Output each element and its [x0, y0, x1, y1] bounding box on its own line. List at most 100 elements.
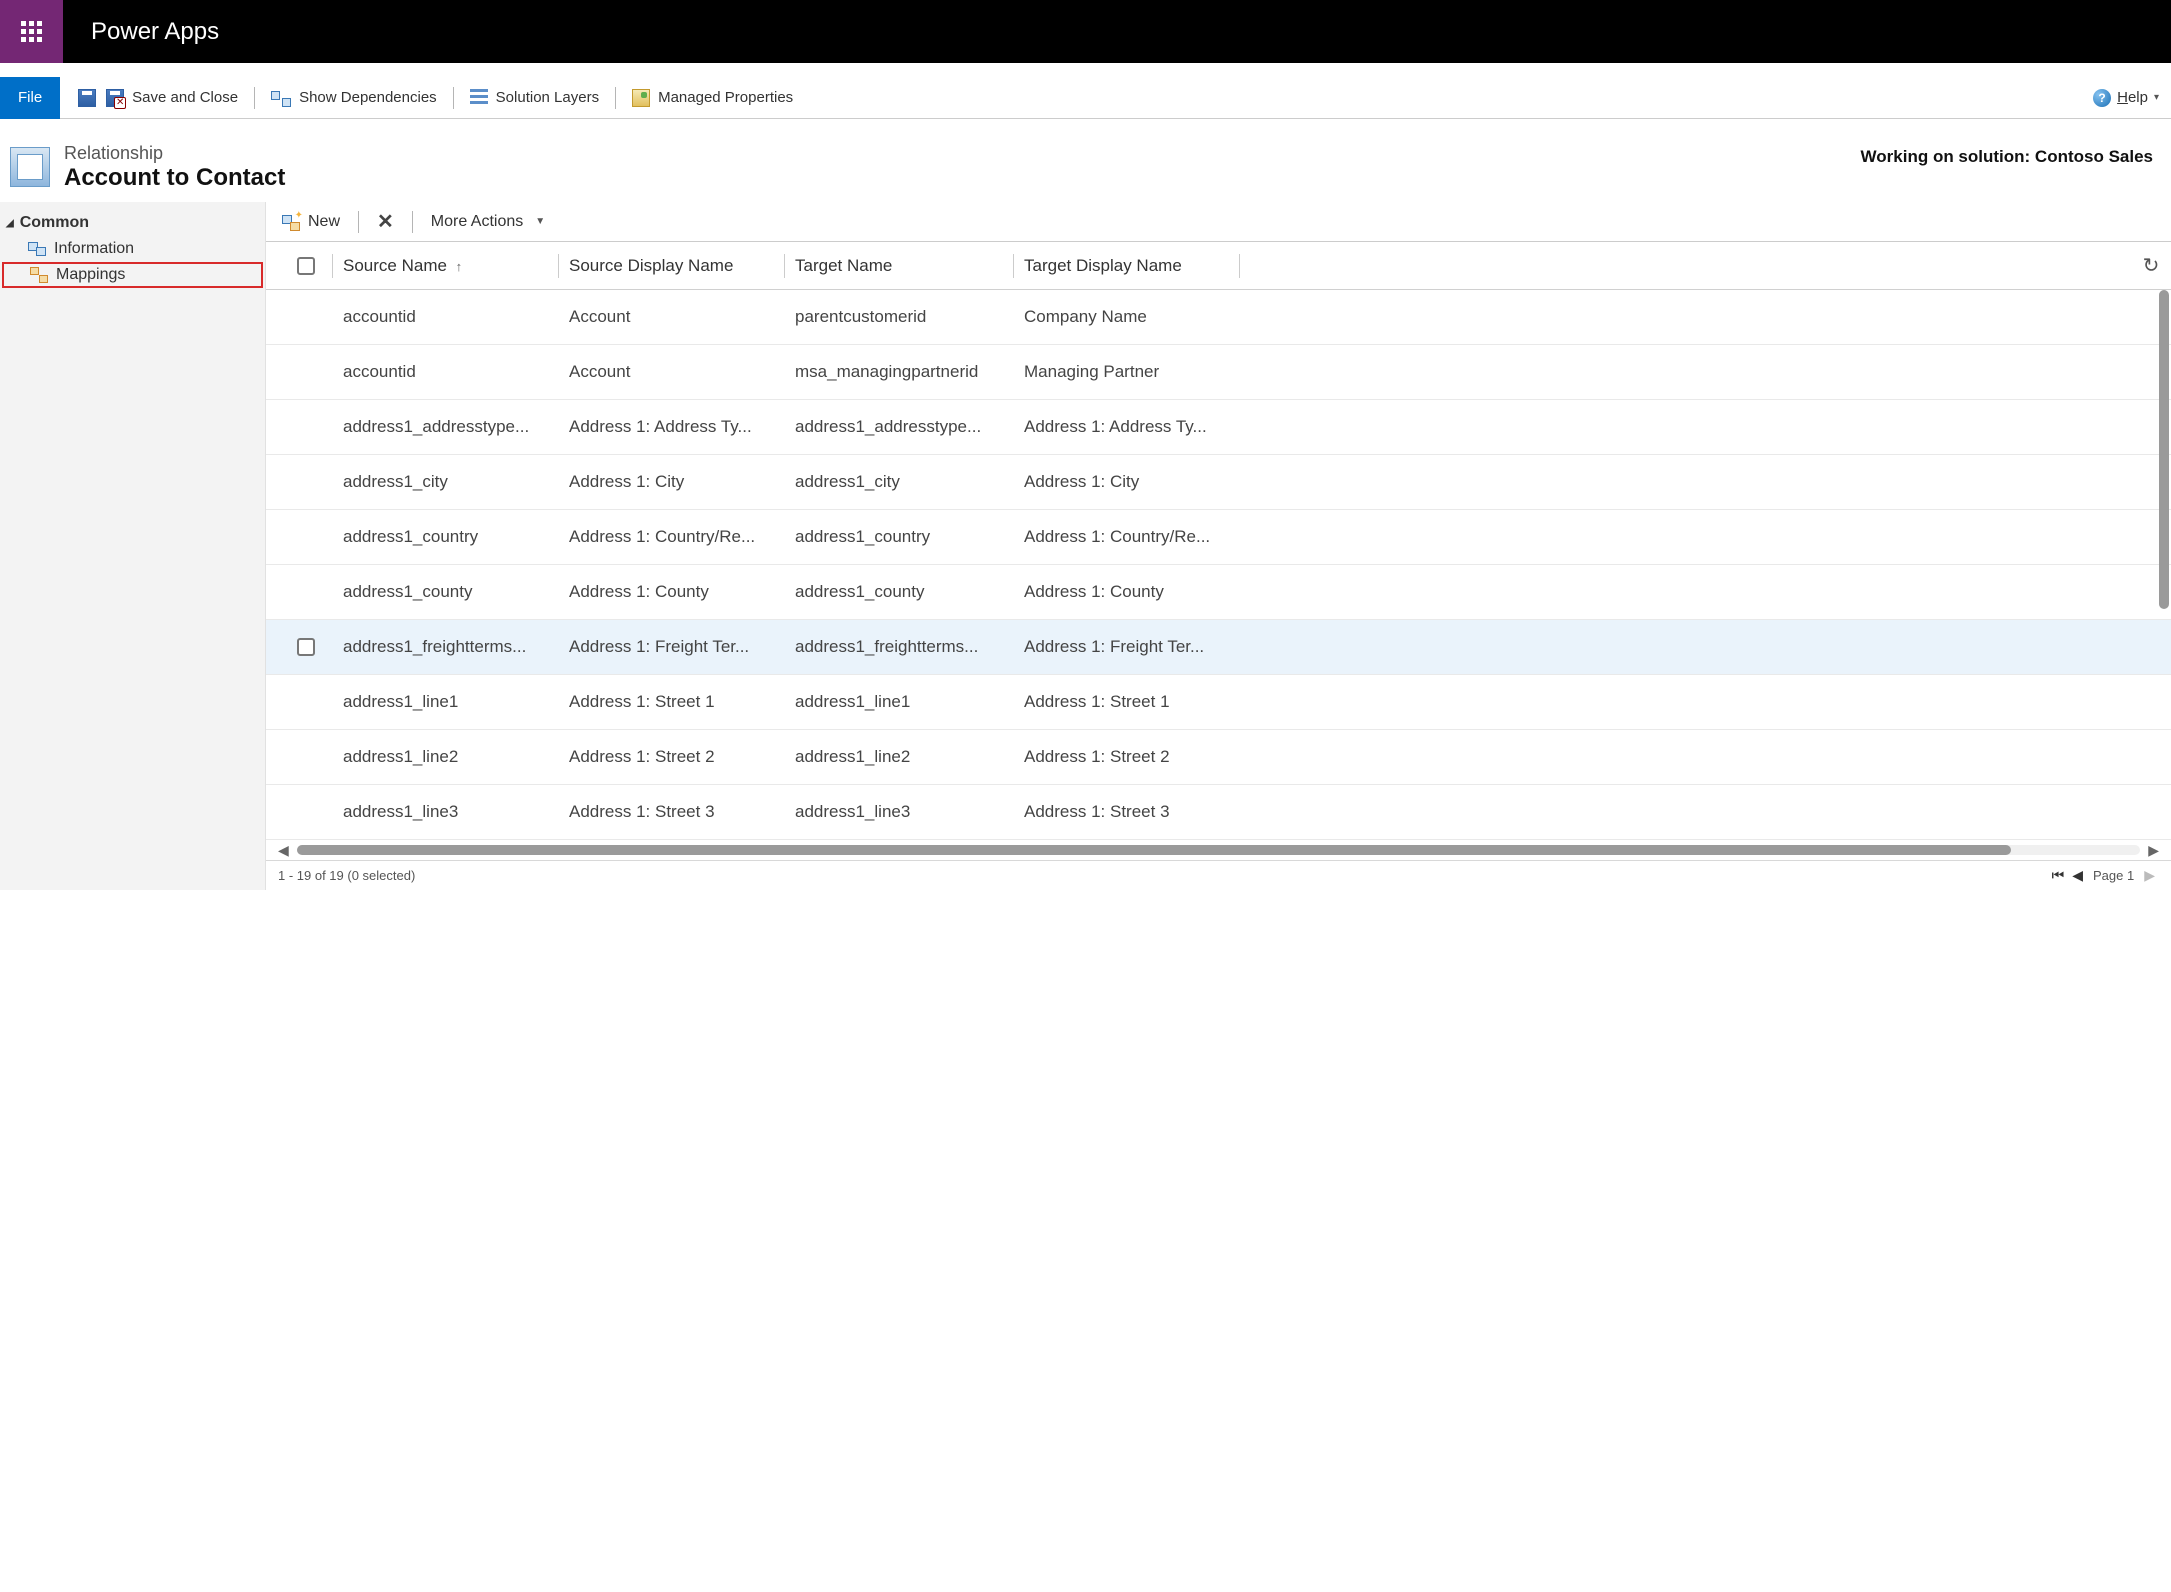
next-page-button[interactable]: ▶ — [2144, 867, 2155, 884]
nav-item-information[interactable]: Information — [0, 236, 265, 262]
scroll-right-button[interactable]: ▶ — [2148, 842, 2159, 859]
waffle-icon — [21, 21, 42, 42]
more-actions-label: More Actions — [431, 213, 523, 231]
hscroll-track[interactable] — [297, 845, 2140, 855]
grid: Source Name ↑ Source Display Name Target… — [266, 242, 2171, 890]
collapse-icon: ◢ — [6, 218, 14, 229]
column-header-source-display-name[interactable]: Source Display Name — [559, 256, 784, 276]
content-area: ✦ New ✕ More Actions ▼ Source Name ↑ — [265, 202, 2171, 890]
cell-source-display-name: Address 1: Address Ty... — [559, 417, 784, 437]
cell-source-display-name: Account — [559, 362, 784, 382]
delete-icon: ✕ — [377, 209, 394, 234]
cell-source-name: address1_line2 — [333, 747, 558, 767]
cell-target-name: msa_managingpartnerid — [785, 362, 1013, 382]
vertical-scrollbar-thumb[interactable] — [2159, 290, 2169, 609]
column-header-target-display-name[interactable]: Target Display Name — [1014, 256, 1239, 276]
list-toolbar: ✦ New ✕ More Actions ▼ — [266, 202, 2171, 242]
cell-target-name: address1_country — [785, 527, 1013, 547]
cell-target-name: address1_freightterms... — [785, 637, 1013, 657]
select-all-checkbox[interactable] — [297, 257, 315, 275]
cell-target-display-name: Address 1: Address Ty... — [1014, 417, 1239, 437]
horizontal-scrollbar: ◀ ▶ — [266, 840, 2171, 860]
chevron-down-icon: ▼ — [535, 216, 545, 227]
page-header: Relationship Account to Contact Working … — [0, 119, 2171, 202]
cell-target-name: address1_city — [785, 472, 1013, 492]
ribbon-separator — [453, 87, 454, 109]
refresh-button[interactable]: ↻ — [2131, 253, 2171, 278]
toolbar-separator — [412, 211, 413, 233]
cell-source-name: address1_addresstype... — [333, 417, 558, 437]
cell-target-display-name: Address 1: Street 2 — [1014, 747, 1239, 767]
cell-source-display-name: Address 1: Freight Ter... — [559, 637, 784, 657]
cell-source-display-name: Account — [559, 307, 784, 327]
table-row[interactable]: address1_line2Address 1: Street 2address… — [266, 730, 2171, 785]
refresh-icon: ↻ — [2143, 253, 2160, 278]
first-page-button[interactable]: ⏮ — [2052, 867, 2065, 884]
cell-source-name: accountid — [333, 362, 558, 382]
prev-page-button[interactable]: ◀ — [2072, 867, 2083, 884]
mappings-icon — [30, 267, 48, 283]
file-menu-button[interactable]: File — [0, 77, 60, 119]
solution-layers-button[interactable]: Solution Layers — [460, 83, 609, 113]
cell-source-name: address1_line3 — [333, 802, 558, 822]
scroll-left-button[interactable]: ◀ — [278, 842, 289, 859]
cell-source-display-name: Address 1: Street 1 — [559, 692, 784, 712]
column-header-target-name[interactable]: Target Name — [785, 256, 1013, 276]
properties-icon — [632, 89, 650, 107]
table-row[interactable]: address1_freightterms...Address 1: Freig… — [266, 620, 2171, 675]
grid-body[interactable]: accountidAccountparentcustomeridCompany … — [266, 290, 2171, 840]
row-checkbox[interactable] — [297, 638, 315, 656]
table-row[interactable]: accountidAccountmsa_managingpartneridMan… — [266, 345, 2171, 400]
cell-target-name: address1_county — [785, 582, 1013, 602]
side-nav: ◢ Common Information Mappings — [0, 202, 265, 890]
managed-properties-button[interactable]: Managed Properties — [622, 83, 803, 113]
cell-source-display-name: Address 1: City — [559, 472, 784, 492]
help-label: elp — [2128, 89, 2148, 106]
cell-source-name: address1_line1 — [333, 692, 558, 712]
delete-button[interactable]: ✕ — [369, 207, 402, 237]
app-launcher-button[interactable] — [0, 0, 63, 63]
save-and-close-button[interactable]: Save and Close — [96, 83, 248, 113]
ribbon: File Save and Close Show Dependencies So… — [0, 77, 2171, 119]
save-close-label: Save and Close — [132, 89, 238, 106]
table-row[interactable]: address1_line1Address 1: Street 1address… — [266, 675, 2171, 730]
app-header: Power Apps — [0, 0, 2171, 63]
save-icon[interactable] — [78, 89, 96, 107]
record-status-label: 1 - 19 of 19 (0 selected) — [278, 868, 415, 883]
help-link[interactable]: ? Help ▾ — [2093, 89, 2159, 107]
working-on-solution-label: Working on solution: Contoso Sales — [1861, 147, 2153, 167]
dependencies-icon — [271, 89, 291, 107]
nav-group-label: Common — [20, 214, 89, 232]
table-row[interactable]: address1_countyAddress 1: Countyaddress1… — [266, 565, 2171, 620]
column-header-source-name[interactable]: Source Name ↑ — [333, 256, 558, 276]
toolbar-separator — [358, 211, 359, 233]
managed-properties-label: Managed Properties — [658, 89, 793, 106]
cell-target-name: address1_line1 — [785, 692, 1013, 712]
help-icon: ? — [2093, 89, 2111, 107]
page-title: Account to Contact — [64, 164, 285, 192]
page-subtitle: Relationship — [64, 143, 285, 164]
table-row[interactable]: accountidAccountparentcustomeridCompany … — [266, 290, 2171, 345]
nav-group-common[interactable]: ◢ Common — [0, 210, 265, 236]
more-actions-button[interactable]: More Actions ▼ — [423, 207, 553, 237]
table-row[interactable]: address1_cityAddress 1: Cityaddress1_cit… — [266, 455, 2171, 510]
cell-target-name: address1_addresstype... — [785, 417, 1013, 437]
table-row[interactable]: address1_addresstype...Address 1: Addres… — [266, 400, 2171, 455]
hscroll-thumb[interactable] — [297, 845, 2011, 855]
show-dependencies-button[interactable]: Show Dependencies — [261, 83, 447, 113]
show-dependencies-label: Show Dependencies — [299, 89, 437, 106]
cell-source-name: address1_country — [333, 527, 558, 547]
app-title: Power Apps — [91, 18, 219, 46]
layers-icon — [470, 89, 488, 107]
ribbon-separator — [615, 87, 616, 109]
cell-source-name: address1_county — [333, 582, 558, 602]
table-row[interactable]: address1_countryAddress 1: Country/Re...… — [266, 510, 2171, 565]
header-gap — [0, 63, 2171, 77]
new-label: New — [308, 213, 340, 231]
new-button[interactable]: ✦ New — [274, 207, 348, 237]
table-row[interactable]: address1_line3Address 1: Street 3address… — [266, 785, 2171, 840]
cell-target-display-name: Address 1: Street 3 — [1014, 802, 1239, 822]
cell-source-name: address1_freightterms... — [333, 637, 558, 657]
nav-item-label: Mappings — [56, 266, 125, 284]
nav-item-mappings[interactable]: Mappings — [2, 262, 263, 288]
